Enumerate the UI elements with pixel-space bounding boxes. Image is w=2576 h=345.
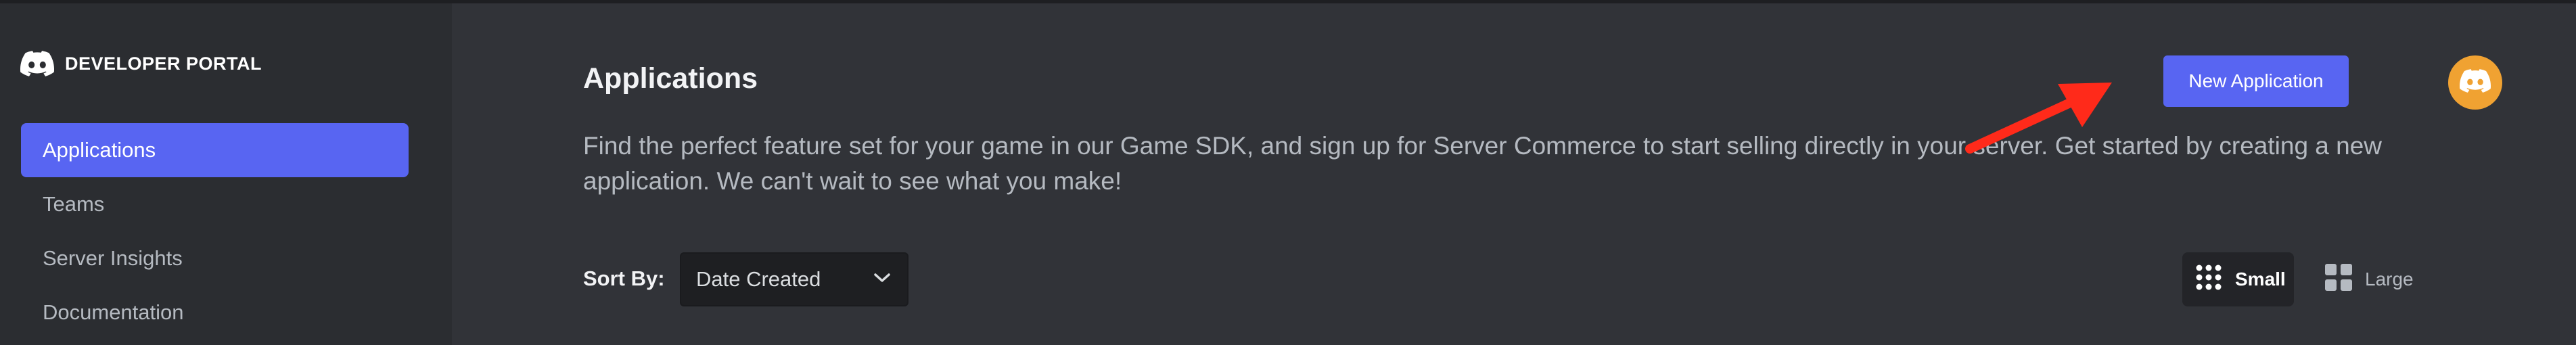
brand-name: DEVELOPER PORTAL [65,53,262,74]
sidebar-item-label: Applications [43,138,156,162]
view-small-label: Small [2235,269,2286,290]
sidebar-item-server-insights[interactable]: Server Insights [21,231,409,285]
chevron-down-icon [873,273,891,287]
brand[interactable]: DEVELOPER PORTAL [20,51,262,76]
sidebar-item-teams[interactable]: Teams [21,177,409,231]
sidebar-item-label: Server Insights [43,246,183,270]
sort-by-label: Sort By: [583,267,665,290]
sidebar-item-label: Documentation [43,300,184,324]
view-small-button[interactable]: Small [2182,252,2294,306]
discord-avatar-icon [2459,69,2491,96]
new-application-button[interactable]: New Application [2163,55,2349,107]
view-large-label: Large [2365,269,2414,290]
window-top-border [0,0,2576,3]
grid-small-icon [2194,263,2223,296]
sidebar-item-label: Teams [43,192,105,216]
sidebar-item-applications[interactable]: Applications [21,123,409,177]
sort-select[interactable]: Date Created [680,252,908,306]
avatar[interactable] [2448,55,2502,110]
page-description: Find the perfect feature set for your ga… [583,132,2383,195]
sidebar-item-documentation[interactable]: Documentation [21,285,409,340]
view-large-button[interactable]: Large [2312,252,2420,306]
discord-logo-icon [20,51,54,76]
sidebar: DEVELOPER PORTAL Applications Teams Serv… [0,0,452,345]
red-arrow-icon [1962,74,2124,159]
grid-large-icon [2324,263,2353,296]
page-title: Applications [583,62,758,95]
sort-select-value: Date Created [696,267,821,291]
